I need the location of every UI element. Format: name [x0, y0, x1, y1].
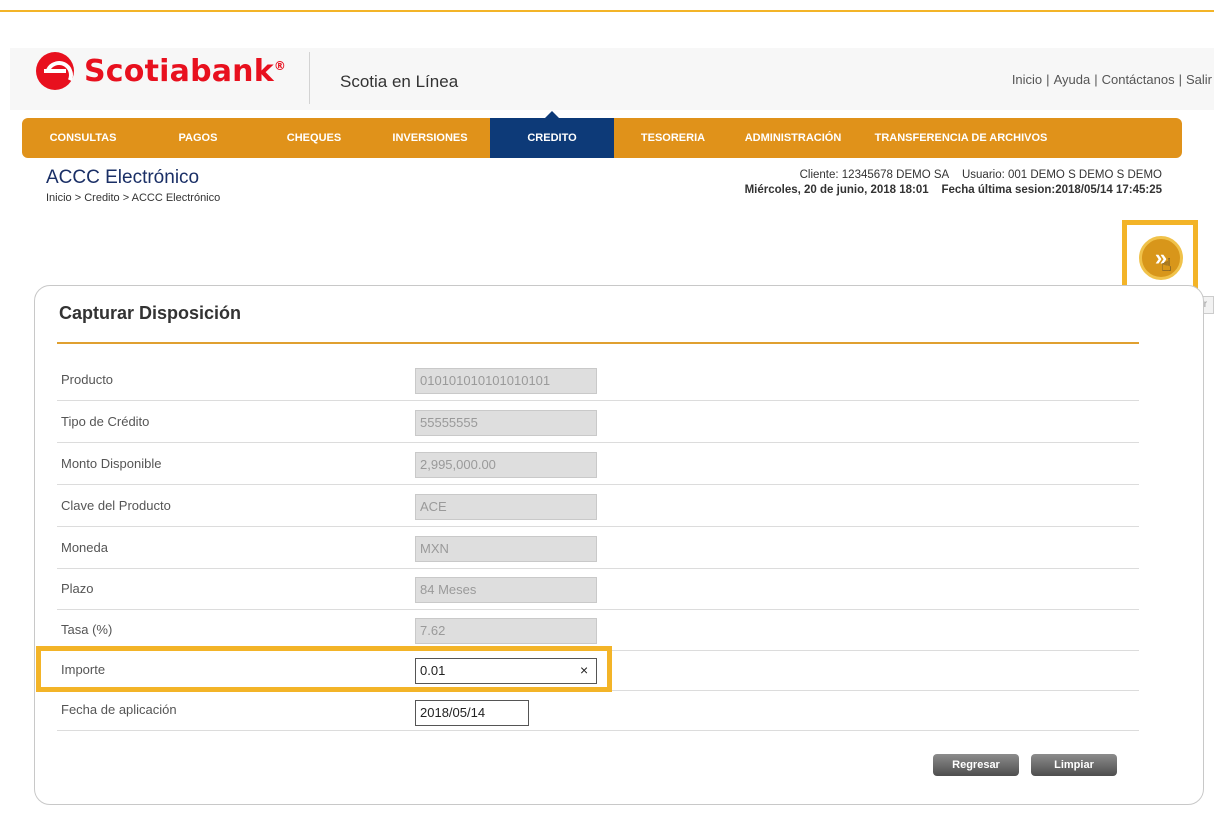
form-row-moneda: Moneda MXN [57, 527, 1139, 569]
nav-item-consultas[interactable]: CONSULTAS [28, 118, 138, 158]
label-tipo-credito: Tipo de Crédito [61, 414, 150, 429]
field-clave-producto: ACE [415, 494, 597, 520]
form-row-monto-disponible: Monto Disponible 2,995,000.00 [57, 443, 1139, 485]
usuario-text: Usuario: 001 DEMO S DEMO S DEMO [961, 169, 1162, 181]
page-title: ACCC Electrónico [46, 167, 200, 188]
top-accent-rule [0, 10, 1214, 12]
breadcrumb: Inicio > Credito > ACCC Electrónico [46, 192, 220, 204]
nav-item-credito[interactable]: CREDITO [490, 111, 614, 158]
nav-item-transferencia-archivos[interactable]: TRANSFERENCIA DE ARCHIVOS [854, 118, 1068, 158]
fecha-aplicacion-input[interactable]: 2018/05/14 [415, 700, 529, 726]
link-ayuda[interactable]: Ayuda [1054, 72, 1091, 87]
label-monto-disponible: Monto Disponible [61, 456, 162, 471]
nav-item-pagos[interactable]: PAGOS [138, 118, 258, 158]
label-plazo: Plazo [61, 581, 94, 596]
label-producto: Producto [61, 372, 114, 387]
brand-name: Scotiabank® [84, 53, 287, 89]
field-plazo: 84 Meses [415, 577, 597, 603]
importe-highlight [36, 646, 612, 692]
field-moneda: MXN [415, 536, 597, 562]
top-links: Inicio | Ayuda | Contáctanos | Salir [1012, 72, 1212, 87]
link-contactanos[interactable]: Contáctanos [1102, 72, 1175, 87]
link-inicio[interactable]: Inicio [1012, 72, 1042, 87]
app-name: Scotia en Línea [340, 72, 459, 91]
label-fecha-aplicacion: Fecha de aplicación [61, 702, 177, 717]
nav-item-tesoreria[interactable]: TESORERIA [614, 118, 732, 158]
label-moneda: Moneda [61, 540, 108, 555]
form-row-tipo-credito: Tipo de Crédito 55555555 [57, 401, 1139, 443]
capturar-disposicion-panel: Capturar Disposición Producto 0101010101… [34, 285, 1204, 805]
field-producto: 010101010101010101 [415, 368, 597, 394]
regresar-button[interactable]: Regresar [933, 754, 1019, 776]
label-tasa: Tasa (%) [61, 622, 113, 637]
nav-item-cheques[interactable]: CHEQUES [258, 118, 370, 158]
form-row-tasa: Tasa (%) 7.62 [57, 609, 1139, 651]
client-info-row2: Miércoles, 20 de junio, 2018 18:01 Fecha… [745, 183, 1162, 198]
scotiabank-logo[interactable]: Scotiabank® [36, 52, 286, 90]
field-tasa: 7.62 [415, 618, 597, 644]
link-salir[interactable]: Salir [1186, 72, 1212, 87]
form-row-fecha-aplicacion: Fecha de aplicación 2018/05/14 [57, 689, 1139, 731]
client-info-row1: Cliente: 12345678 DEMO SA Usuario: 001 D… [745, 168, 1162, 183]
fecha-actual-text: Miércoles, 20 de junio, 2018 18:01 [744, 184, 929, 196]
client-info: Cliente: 12345678 DEMO SA Usuario: 001 D… [745, 168, 1162, 198]
limpiar-button[interactable]: Limpiar [1031, 754, 1117, 776]
main-nav: CONSULTAS PAGOS CHEQUES INVERSIONES CRED… [22, 111, 1182, 158]
form-row-plazo: Plazo 84 Meses [57, 568, 1139, 610]
ultima-sesion-text: Fecha última sesion:2018/05/14 17:45:25 [941, 184, 1162, 196]
field-tipo-credito: 55555555 [415, 410, 597, 436]
field-monto-disponible: 2,995,000.00 [415, 452, 597, 478]
link-separator: | [1094, 72, 1098, 87]
form-row-clave-producto: Clave del Producto ACE [57, 485, 1139, 527]
panel-title-rule [57, 342, 1139, 344]
link-separator: | [1178, 72, 1182, 87]
breadcrumb-path[interactable]: Inicio > Credito > [46, 192, 132, 204]
breadcrumb-current: ACCC Electrónico [131, 192, 221, 204]
cliente-text: Cliente: 12345678 DEMO SA [799, 169, 950, 181]
form-row-producto: Producto 010101010101010101 [57, 359, 1139, 401]
header-divider [309, 52, 310, 104]
nav-item-administracion[interactable]: ADMINISTRACIÓN [732, 118, 854, 158]
scotiabank-logo-icon [36, 52, 74, 90]
hand-cursor-icon: ☝ [1161, 255, 1172, 275]
panel-title: Capturar Disposición [59, 303, 242, 323]
header: Scotiabank® Scotia en Línea Inicio | Ayu… [10, 48, 1214, 110]
nav-item-inversiones[interactable]: INVERSIONES [370, 118, 490, 158]
link-separator: | [1046, 72, 1050, 87]
label-clave-producto: Clave del Producto [61, 498, 171, 513]
